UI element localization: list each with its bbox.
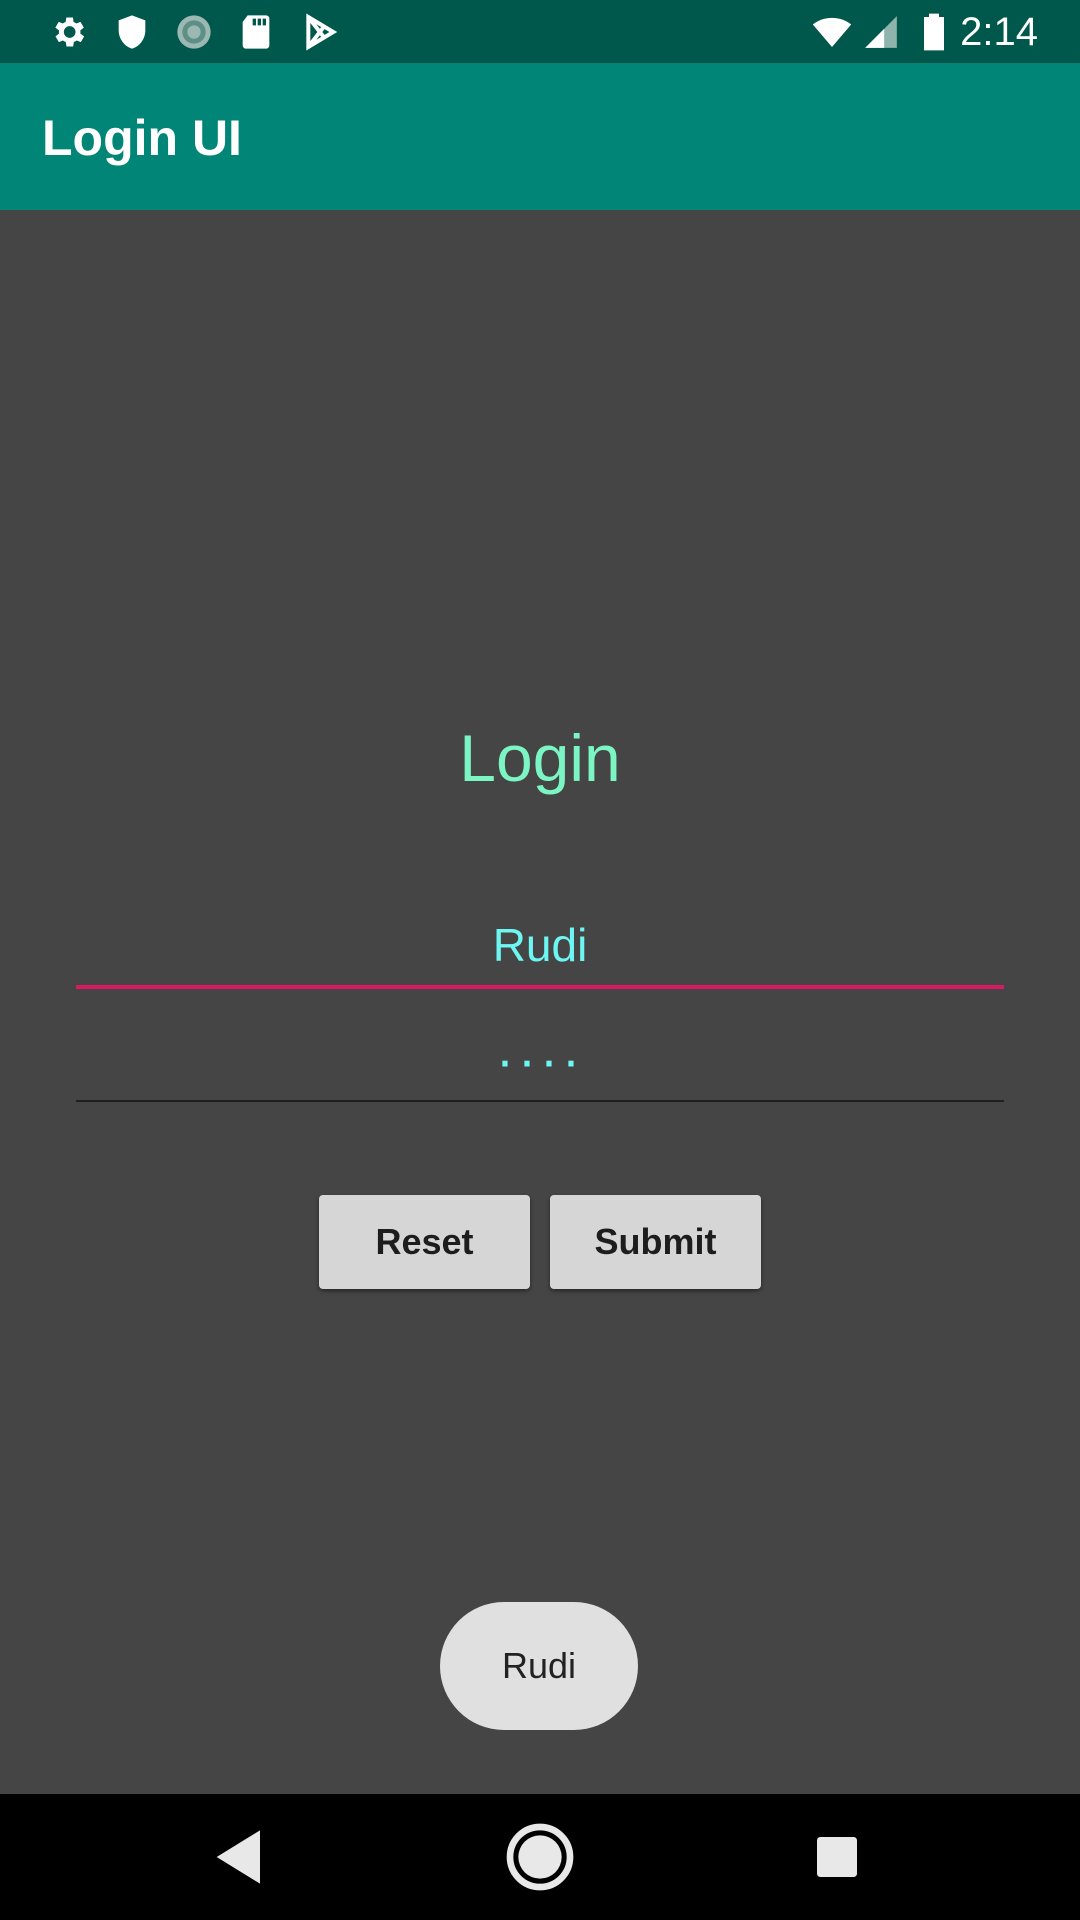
submit-button[interactable]: Submit <box>550 1195 761 1289</box>
shield-icon <box>118 15 146 49</box>
status-bar: 2:14 <box>0 0 1080 63</box>
back-icon[interactable] <box>200 1817 280 1897</box>
wifi-icon <box>812 17 852 47</box>
login-screen: Login Reset Submit Rudi <box>0 210 1080 1794</box>
login-heading: Login <box>459 721 621 795</box>
sd-card-icon <box>242 15 270 49</box>
toast-message: Rudi <box>440 1602 638 1730</box>
navigation-bar <box>0 1794 1080 1920</box>
reset-button[interactable]: Reset <box>319 1195 530 1289</box>
password-field[interactable] <box>76 1020 1004 1102</box>
recents-icon[interactable] <box>797 1817 877 1897</box>
home-icon[interactable] <box>500 1817 580 1897</box>
username-field[interactable] <box>76 905 1004 989</box>
app-bar: Login UI <box>0 63 1080 210</box>
gear-icon <box>55 17 85 47</box>
play-store-icon <box>306 13 338 51</box>
status-time: 2:14 <box>960 10 1038 54</box>
signal-icon <box>865 16 897 48</box>
app-title: Login UI <box>42 110 242 166</box>
sync-icon <box>177 15 211 49</box>
battery-icon <box>924 13 944 51</box>
